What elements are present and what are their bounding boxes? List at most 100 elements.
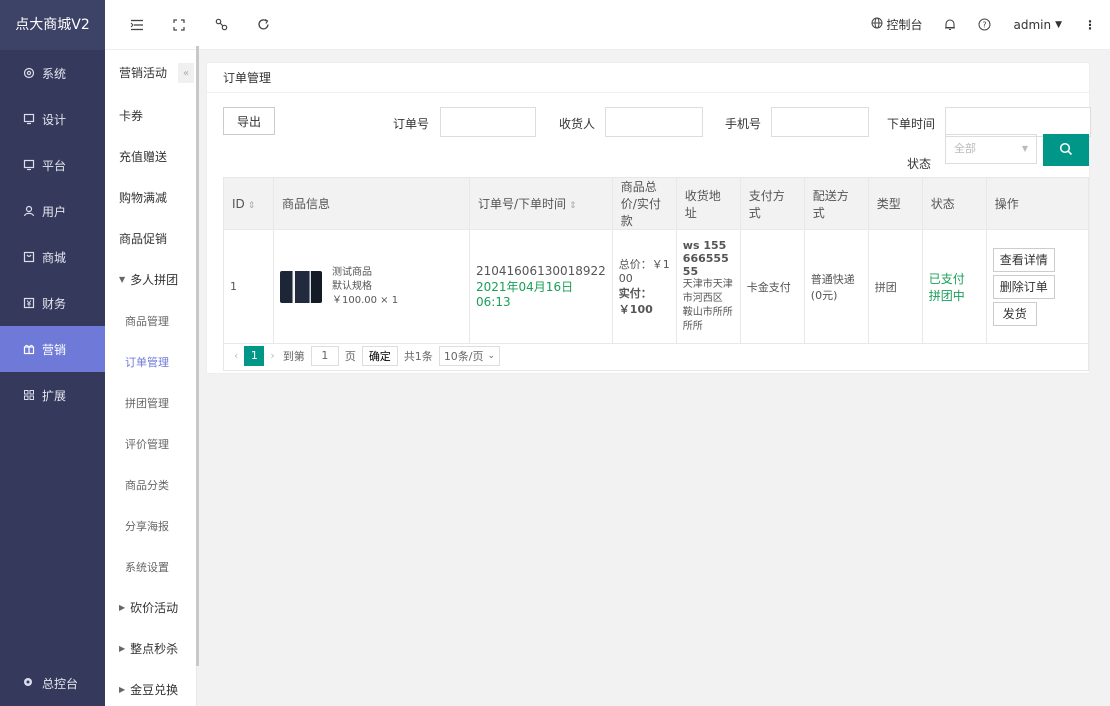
caret-right-icon: ▶ [119, 685, 126, 694]
col-header-goods: 商品信息 [273, 177, 470, 230]
address-name: ws 15566655555 [682, 239, 729, 278]
link-icon[interactable] [211, 15, 231, 35]
menu-fold-icon[interactable] [127, 15, 147, 35]
page-title: 订单管理 [207, 63, 1089, 93]
grid-icon [22, 388, 36, 402]
col-header-type: 类型 [867, 177, 923, 230]
submenu-item-full-reduction[interactable]: 购物满减 [105, 177, 196, 218]
cell-id: 1 [223, 229, 274, 344]
cell-status: 已支付 拼团中 [921, 229, 987, 344]
col-header-id[interactable]: ID ⇕ [223, 177, 274, 230]
console-link[interactable]: 控制台 [871, 16, 922, 33]
ship-button[interactable]: 发货 [992, 301, 1037, 326]
submenu-item-recharge[interactable]: 充值赠送 [105, 136, 196, 177]
status-grouping: 拼团中 [928, 288, 965, 303]
caret-down-icon: ▼ [1055, 19, 1062, 30]
total-count: 共1条 [403, 349, 433, 363]
help-icon[interactable]: ? [978, 18, 991, 31]
col-header-delivery: 配送方式 [803, 177, 869, 230]
user-menu[interactable]: admin ▼ [1013, 18, 1062, 32]
sidebar-item-label: 扩展 [42, 388, 67, 403]
pagination: ‹ 1 › 到第 1 页 确定 共1条 10条/页 ⌄ [223, 341, 1089, 371]
order-table: ID ⇕ 商品信息 订单号/下单时间 ⇕ 商品总价/实付款 收货地址 支付方式 配送… [223, 177, 1090, 344]
submenu-item-gold-bean[interactable]: ▶ 金豆兑换 [105, 669, 196, 706]
submenu-item-share-poster[interactable]: 分享海报 [105, 505, 196, 546]
sidebar-item-shop[interactable]: 商城 [0, 234, 105, 280]
goto-confirm-button[interactable]: 确定 [361, 345, 398, 366]
caret-right-icon: ▶ [119, 603, 126, 612]
total-price: 总价：￥100 [618, 258, 670, 285]
main-sidebar: 点大商城V2 系统 设计 平台 用户 商城 财务 营销 扩展 总控台 [0, 0, 105, 706]
page-size-select[interactable]: 10条/页 ⌄ [438, 345, 501, 366]
fullscreen-icon[interactable] [169, 15, 189, 35]
phone-label: 手机号 [725, 117, 762, 131]
console-label: 控制台 [886, 18, 923, 32]
status-select[interactable]: 全部 ▼ [945, 134, 1037, 164]
sidebar-item-finance[interactable]: 财务 [0, 280, 105, 326]
sidebar-item-user[interactable]: 用户 [0, 188, 105, 234]
submenu-item-coupon[interactable]: 卡券 [105, 95, 196, 136]
sidebar-item-dashboard[interactable]: 总控台 [0, 668, 105, 698]
cell-address: ws 15566655555 天津市天津市河西区 鞍山市所所所所 [675, 229, 741, 344]
order-no: 21041606130018922 [476, 264, 606, 278]
submenu-item-system-settings[interactable]: 系统设置 [105, 546, 196, 587]
sidebar-item-marketing[interactable]: 营销 [0, 326, 105, 372]
submenu-item-group-manage[interactable]: 拼团管理 [105, 382, 196, 423]
cell-price: 总价：￥100 实付：￥100 [611, 229, 677, 344]
order-time-input[interactable] [945, 107, 1091, 137]
svg-text:?: ? [983, 20, 987, 29]
sidebar-item-label: 平台 [42, 158, 67, 173]
view-detail-button[interactable]: 查看详情 [992, 247, 1055, 272]
bell-icon[interactable] [944, 18, 956, 31]
status-paid: 已支付 [928, 271, 965, 286]
submenu-item-bargain[interactable]: ▶ 砍价活动 [105, 587, 196, 628]
sort-icon: ⇕ [247, 200, 256, 211]
order-time-label: 下单时间 [887, 117, 936, 131]
goto-page-input[interactable]: 1 [310, 345, 339, 366]
monitor-icon [22, 112, 36, 126]
sidebar-item-system[interactable]: 系统 [0, 50, 105, 96]
submenu-item-review-manage[interactable]: 评价管理 [105, 423, 196, 464]
collapse-double-left-icon[interactable]: « [178, 63, 194, 83]
col-header-address: 收货地址 [675, 177, 741, 230]
submenu-item-group-buy[interactable]: ▼ 多人拼团 [105, 259, 196, 300]
delete-order-button[interactable]: 删除订单 [992, 274, 1055, 299]
search-button[interactable] [1043, 134, 1089, 166]
col-header-status: 状态 [921, 177, 987, 230]
cell-actions: 查看详情 删除订单 发货 [985, 229, 1090, 344]
more-vertical-icon[interactable]: ⋮ [1084, 18, 1096, 32]
gear-icon [22, 66, 36, 80]
phone-input[interactable] [771, 107, 869, 137]
submenu-item-goods-category[interactable]: 商品分类 [105, 464, 196, 505]
submenu-item-promotion[interactable]: 商品促销 [105, 218, 196, 259]
user-name: admin [1013, 17, 1052, 32]
prev-page-icon[interactable]: ‹ [234, 349, 238, 362]
order-no-input[interactable] [440, 107, 536, 137]
gift-icon [22, 342, 36, 356]
sidebar-item-label: 系统 [42, 66, 67, 81]
sidebar-item-label: 设计 [42, 112, 67, 127]
page-current[interactable]: 1 [244, 345, 265, 366]
caret-down-icon: ▼ [119, 275, 126, 284]
submenu-scrollbar[interactable] [196, 46, 199, 666]
refresh-icon[interactable] [253, 15, 273, 35]
cell-order: 21041606130018922 2021年04月16日 06:13 [469, 229, 613, 344]
finance-icon [22, 296, 36, 310]
sidebar-item-design[interactable]: 设计 [0, 96, 105, 142]
submenu-item-order-manage[interactable]: 订单管理 [105, 341, 196, 382]
sort-icon: ⇕ [569, 201, 577, 211]
col-header-order-no[interactable]: 订单号/下单时间 ⇕ [469, 177, 613, 230]
receiver-label: 收货人 [559, 117, 596, 131]
submenu-item-goods-manage[interactable]: 商品管理 [105, 300, 196, 341]
sidebar-item-platform[interactable]: 平台 [0, 142, 105, 188]
col-header-price: 商品总价/实付款 [611, 177, 677, 230]
next-page-icon[interactable]: › [270, 349, 274, 362]
receiver-input[interactable] [605, 107, 703, 137]
cell-type: 拼团 [867, 229, 923, 344]
submenu-item-flash-sale[interactable]: ▶ 整点秒杀 [105, 628, 196, 669]
product-image[interactable] [280, 270, 322, 303]
export-button[interactable]: 导出 [223, 107, 275, 135]
caret-right-icon: ▶ [119, 644, 126, 653]
sidebar-item-extend[interactable]: 扩展 [0, 372, 105, 418]
paid-price: 实付：￥100 [618, 287, 653, 316]
